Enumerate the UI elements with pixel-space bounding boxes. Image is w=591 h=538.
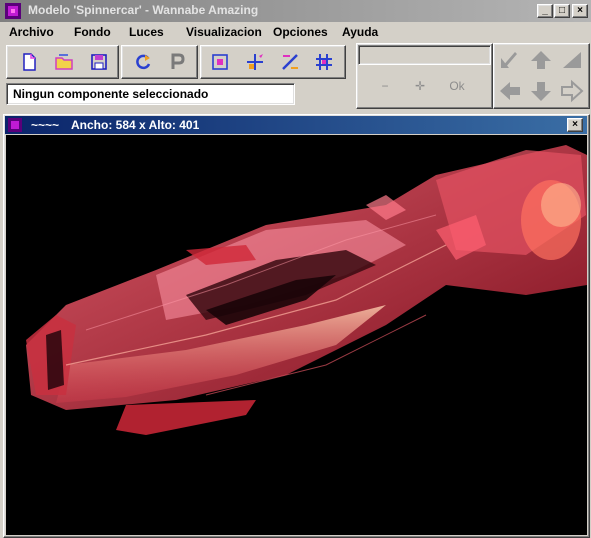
menu-visualizacion[interactable]: Visualizacion <box>186 25 262 39</box>
right-arrow-button[interactable] <box>559 79 585 103</box>
close-button[interactable]: × <box>572 4 588 18</box>
minimize-button[interactable]: _ <box>537 4 553 18</box>
open-folder-icon <box>55 54 73 70</box>
ok-button[interactable]: Ok <box>443 76 471 96</box>
window-title-bar: Modelo 'Spinnercar' - Wannabe Amazing _ … <box>0 0 591 22</box>
toolbar-edit-group <box>200 45 346 79</box>
value-input[interactable] <box>358 45 491 65</box>
move-button[interactable] <box>242 49 268 75</box>
p-button[interactable] <box>164 49 190 75</box>
down-arrow-button[interactable] <box>528 79 554 103</box>
grid-button[interactable] <box>311 49 337 75</box>
viewport-title-bar: ~~~~ Ancho: 584 x Alto: 401 × <box>5 116 587 134</box>
menu-luces[interactable]: Luces <box>129 25 164 39</box>
new-file-button[interactable] <box>16 49 42 75</box>
rotate-icon <box>136 54 151 70</box>
menu-ayuda[interactable]: Ayuda <box>342 25 378 39</box>
diag-up-left-arrow-button[interactable] <box>497 48 523 72</box>
crosshair-button[interactable]: ✛ <box>406 76 434 96</box>
save-icon <box>91 54 107 70</box>
scale-icon <box>282 54 298 70</box>
grid-icon <box>316 54 332 70</box>
left-arrow-button[interactable] <box>497 79 523 103</box>
window-title: Modelo 'Spinnercar' - Wannabe Amazing <box>28 3 259 17</box>
menu-archivo[interactable]: Archivo <box>9 25 54 39</box>
menu-bar: Archivo Fondo Luces Visualizacion Opcion… <box>0 22 591 42</box>
minus-button[interactable]: − <box>371 76 399 96</box>
viewport-window: ~~~~ Ancho: 584 x Alto: 401 × <box>3 114 590 538</box>
app-icon <box>5 3 21 19</box>
render-canvas[interactable] <box>6 135 587 535</box>
menu-opciones[interactable]: Opciones <box>273 25 328 39</box>
status-field: Ningun componente seleccionado <box>6 83 295 105</box>
diag-up-right-arrow-icon <box>563 52 581 68</box>
viewport-close-button[interactable]: × <box>567 118 583 132</box>
save-button[interactable] <box>86 49 112 75</box>
diag-up-left-arrow-icon <box>501 52 517 68</box>
move-icon <box>247 54 263 70</box>
maximize-button[interactable]: □ <box>554 4 570 18</box>
spinner-car-model <box>26 145 587 435</box>
viewport-dimensions: Ancho: 584 x Alto: 401 <box>71 118 200 132</box>
scale-button[interactable] <box>277 49 303 75</box>
diag-up-right-arrow-button[interactable] <box>559 48 585 72</box>
up-arrow-button[interactable] <box>528 48 554 72</box>
down-arrow-icon <box>531 82 551 101</box>
toolbar-view-group <box>121 45 198 79</box>
rotate-button[interactable] <box>130 49 156 75</box>
left-arrow-icon <box>500 82 520 100</box>
up-arrow-icon <box>531 51 551 69</box>
right-arrow-icon <box>561 79 584 103</box>
status-text: Ningun componente seleccionado <box>13 87 209 101</box>
viewport-name: ~~~~ <box>31 118 60 132</box>
select-box-button[interactable] <box>207 49 233 75</box>
viewport-icon <box>8 118 22 132</box>
select-box-icon <box>212 54 228 70</box>
toolbar-file-group <box>6 45 119 79</box>
new-file-icon <box>23 53 36 71</box>
menu-fondo[interactable]: Fondo <box>74 25 111 39</box>
p-icon <box>171 53 185 69</box>
open-button[interactable] <box>51 49 77 75</box>
